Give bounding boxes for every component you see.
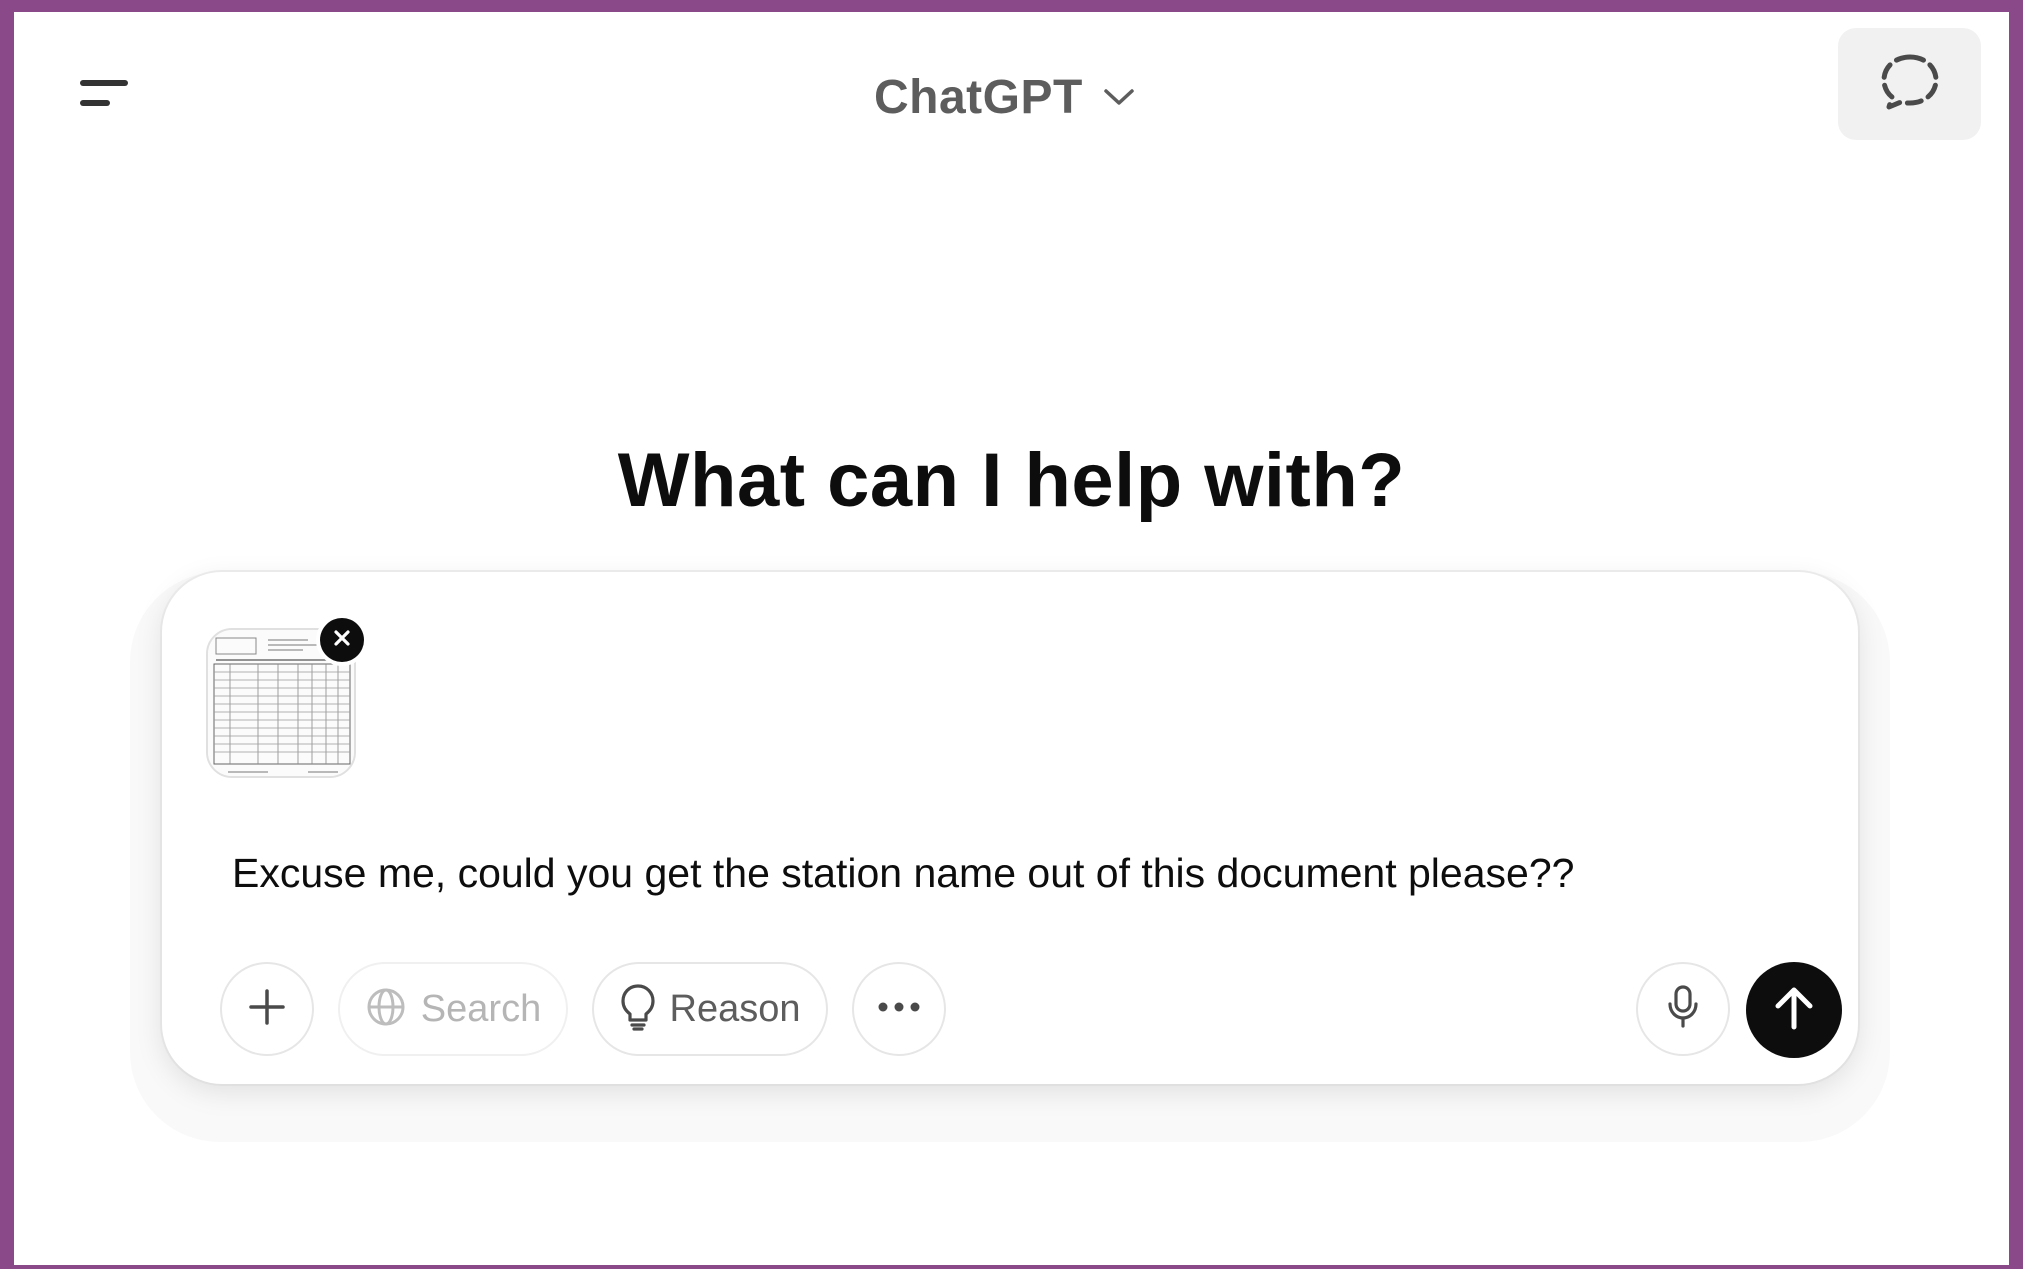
plus-icon — [247, 987, 287, 1032]
app-window: ChatGPT What can I help with? Excuse me,… — [14, 12, 2009, 1265]
chevron-down-icon — [1103, 87, 1135, 107]
send-button[interactable] — [1746, 962, 1842, 1058]
more-tools-button[interactable] — [852, 962, 946, 1056]
lightbulb-icon — [620, 983, 656, 1036]
add-attachment-button[interactable] — [220, 962, 314, 1056]
remove-attachment-button[interactable] — [320, 618, 364, 662]
temporary-chat-button[interactable] — [1838, 28, 1981, 140]
arrow-up-icon — [1773, 985, 1815, 1036]
reason-button-label: Reason — [669, 987, 801, 1030]
voice-input-button[interactable] — [1636, 962, 1730, 1056]
dashed-chat-bubble-icon — [1877, 51, 1943, 118]
model-selector[interactable]: ChatGPT — [874, 66, 1135, 128]
hamburger-menu-line — [80, 100, 110, 106]
sidebar-toggle-button[interactable] — [64, 58, 144, 128]
search-button[interactable]: Search — [338, 962, 568, 1056]
message-composer: Excuse me, could you get the station nam… — [162, 572, 1858, 1084]
microphone-icon — [1666, 984, 1700, 1035]
prompt-input[interactable]: Excuse me, could you get the station nam… — [232, 850, 1792, 897]
search-button-label: Search — [420, 987, 542, 1030]
hamburger-menu-icon — [80, 80, 128, 86]
app-title: ChatGPT — [874, 70, 1083, 124]
reason-button[interactable]: Reason — [592, 962, 828, 1056]
ellipsis-icon — [877, 1000, 921, 1018]
globe-icon — [365, 986, 407, 1033]
page-heading: What can I help with? — [617, 438, 1406, 523]
close-icon — [332, 628, 352, 653]
